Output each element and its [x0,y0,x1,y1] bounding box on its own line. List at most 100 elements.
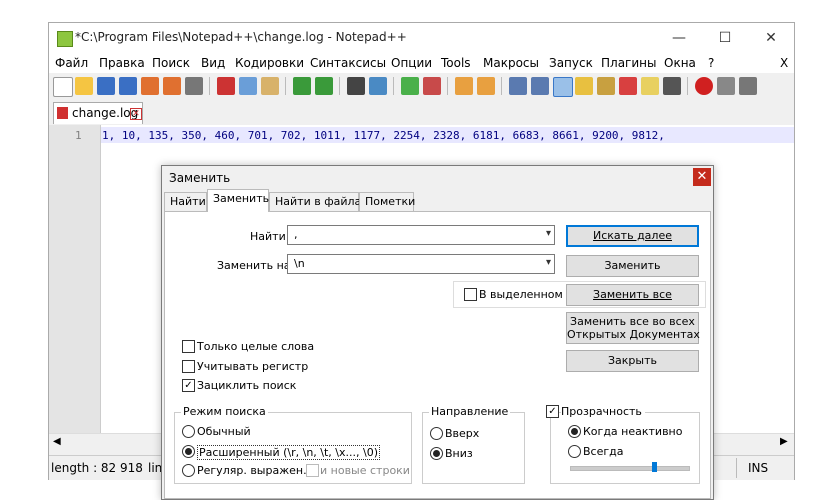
sync-vertical-icon[interactable] [455,77,473,95]
direction-down-radio[interactable] [430,447,443,460]
replace-label: Заменить на: [217,259,295,272]
tab-replace[interactable]: Заменить [207,189,269,212]
menu-plugins[interactable]: Плагины [601,56,656,70]
in-selection-label: В выделенном [479,288,563,301]
match-case-checkbox[interactable] [182,360,195,373]
replace-panel: Найти: , ▾ Заменить на: \n ▾ В выделенно… [164,211,711,499]
close-document-button[interactable]: X [780,56,788,70]
direction-up-radio[interactable] [430,427,443,440]
toolbar-separator [501,77,502,95]
close-window-button[interactable]: ✕ [748,23,794,53]
transparency-slider[interactable] [570,466,690,471]
save-icon[interactable] [97,77,115,95]
toolbar-separator [393,77,394,95]
transparency-inactive-radio[interactable] [568,425,581,438]
transparency-slider-thumb[interactable] [651,462,657,472]
transparency-checkbox[interactable]: ✓ [546,405,559,418]
zoom-out-icon[interactable] [423,77,441,95]
replace-dialog: Заменить ✕ Найти Заменить Найти в файлах… [161,165,714,500]
menu-syntax[interactable]: Синтаксисы [310,56,386,70]
tab-change-log[interactable]: change.log ✕ [53,102,143,124]
find-label: Найти: [250,230,290,243]
tab-find[interactable]: Найти [164,192,207,212]
dot-matches-newline-checkbox[interactable] [306,464,319,477]
print-icon[interactable] [185,77,203,95]
undo-icon[interactable] [293,77,311,95]
paste-icon[interactable] [261,77,279,95]
replace-all-in-open-docs-button[interactable]: Заменить все во всех Открытых Документах [566,312,700,344]
show-all-chars-icon[interactable] [531,77,549,95]
minimize-button[interactable]: — [656,23,702,53]
status-separator [736,458,737,478]
find-icon[interactable] [347,77,365,95]
menu-file[interactable]: Файл [55,56,88,70]
function-list-icon[interactable] [619,77,637,95]
unsaved-file-icon [57,107,68,119]
direction-title: Направление [429,405,511,418]
stop-macro-icon[interactable] [717,77,735,95]
wrap-around-checkbox[interactable]: ✓ [182,379,195,392]
menu-search[interactable]: Поиск [152,56,190,70]
title-bar: *C:\Program Files\Notepad++\change.log -… [49,23,794,53]
mode-regex-radio[interactable] [182,464,195,477]
chevron-down-icon[interactable]: ▾ [546,257,551,268]
menu-edit[interactable]: Правка [99,56,145,70]
whole-words-label: Только целые слова [197,340,315,353]
scroll-left-icon[interactable]: ◀ [53,436,61,447]
replace-all-button[interactable]: Заменить все [566,284,699,306]
cut-icon[interactable] [217,77,235,95]
monitoring-icon[interactable] [663,77,681,95]
redo-icon[interactable] [315,77,333,95]
transparency-label: Прозрачность [561,405,645,418]
replace-all-label: Заменить все [593,288,672,301]
new-file-icon[interactable] [53,77,73,97]
word-wrap-icon[interactable] [509,77,527,95]
open-file-icon[interactable] [75,77,93,95]
chevron-down-icon[interactable]: ▾ [546,228,551,239]
record-macro-icon[interactable] [695,77,713,95]
mode-extended-radio[interactable] [182,445,195,458]
menu-view[interactable]: Вид [201,56,225,70]
transparency-always-radio[interactable] [568,445,581,458]
replace-input[interactable]: \n ▾ [287,254,555,274]
find-input[interactable]: , ▾ [287,225,555,245]
user-language-icon[interactable] [575,77,593,95]
indent-guide-icon[interactable] [553,77,573,97]
zoom-in-icon[interactable] [401,77,419,95]
folder-workspace-icon[interactable] [641,77,659,95]
in-selection-checkbox[interactable] [464,288,477,301]
toolbar-separator [209,77,210,95]
tab-close-icon[interactable]: ✕ [130,108,142,120]
dialog-close-button[interactable]: ✕ [693,168,711,186]
replace-icon[interactable] [369,77,387,95]
copy-icon[interactable] [239,77,257,95]
status-length: length : 82 918 [51,461,143,475]
close-all-icon[interactable] [163,77,181,95]
find-next-button[interactable]: Искать далее [566,225,699,247]
maximize-button[interactable]: ☐ [702,23,748,53]
mode-normal-radio[interactable] [182,425,195,438]
save-all-icon[interactable] [119,77,137,95]
notepadpp-logo-icon [57,31,73,47]
replace-value: \n [294,257,305,270]
close-file-icon[interactable] [141,77,159,95]
find-next-label: Искать далее [593,229,672,242]
scroll-right-icon[interactable]: ▶ [780,436,788,447]
menu-options[interactable]: Опции [391,56,432,70]
sync-horizontal-icon[interactable] [477,77,495,95]
tab-marks[interactable]: Пометки [359,192,415,212]
menu-run[interactable]: Запуск [549,56,593,70]
tab-find-in-files[interactable]: Найти в файлах [269,192,368,212]
menu-encoding[interactable]: Кодировки [235,56,304,70]
menu-macros[interactable]: Макросы [483,56,539,70]
replace-button[interactable]: Заменить [566,255,699,277]
play-macro-icon[interactable] [739,77,757,95]
menu-windows[interactable]: Окна [664,56,696,70]
mode-regex-label: Регуляр. выражен. [197,464,307,477]
menu-help[interactable]: ? [708,56,714,70]
menu-tools[interactable]: Tools [441,56,471,70]
close-dialog-button[interactable]: Закрыть [566,350,699,372]
whole-words-checkbox[interactable] [182,340,195,353]
doc-map-icon[interactable] [597,77,615,95]
match-case-label: Учитывать регистр [197,360,309,373]
